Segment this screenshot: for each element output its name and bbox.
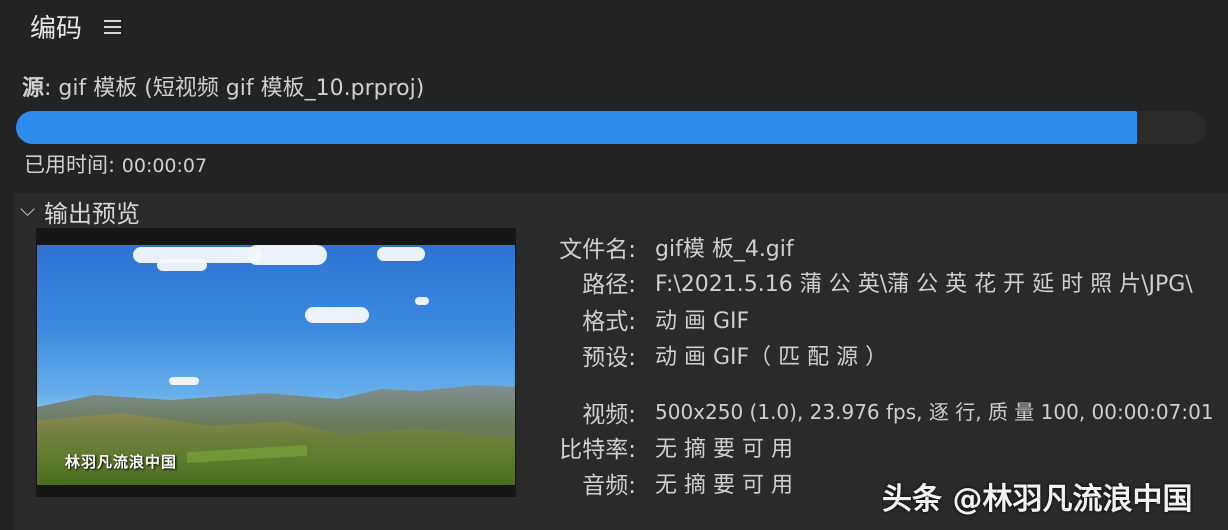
path-value: F:\2021.5.16 蒲 公 英\蒲 公 英 花 开 延 时 照 片\JPG… — [655, 272, 1193, 297]
cloud-shape — [305, 307, 369, 323]
bitrate-value: 无 摘 要 可 用 — [655, 437, 793, 462]
output-preview-title[interactable]: 输出预览 — [44, 194, 140, 229]
encode-progress-bar — [16, 111, 1206, 144]
cloud-shape — [157, 259, 207, 271]
bitrate-label: 比特率: — [559, 437, 636, 463]
preset-label: 预设: — [582, 345, 636, 371]
elapsed-time: 已用时间: 00:00:07 — [24, 149, 207, 179]
source-label: 源 — [22, 76, 45, 101]
elapsed-value: 00:00:07 — [121, 155, 208, 177]
encode-header: 编码 — [0, 0, 1228, 56]
cloud-shape — [247, 245, 327, 265]
panel-title-encode: 编码 — [30, 14, 83, 44]
audio-value: 无 摘 要 可 用 — [655, 473, 793, 498]
elapsed-label: 已用时间: — [24, 153, 116, 177]
format-label: 格式: — [582, 309, 636, 335]
video-watermark-text: 林羽凡流浪中国 — [65, 453, 178, 471]
video-value: 500x250 (1.0), 23.976 fps, 逐 行, 质 量 100,… — [655, 400, 1214, 424]
landscape-preview-image: 林羽凡流浪中国 — [37, 245, 515, 485]
filename-value: gif模 板_4.gif — [655, 237, 794, 262]
chevron-down-icon[interactable]: ⌵ — [20, 197, 35, 221]
cloud-shape — [169, 377, 199, 385]
cloud-shape — [415, 297, 429, 305]
source-line: 源: gif 模板 (短视频 gif 模板_10.prproj) — [22, 70, 424, 102]
preview-thumbnail: 林羽凡流浪中国 — [36, 228, 516, 497]
audio-label: 音频: — [582, 473, 636, 499]
hamburger-menu-icon[interactable] — [104, 20, 121, 34]
preset-value: 动 画 GIF（ 匹 配 源 ） — [655, 345, 888, 370]
format-value: 动 画 GIF — [655, 309, 750, 334]
encode-progress-fill — [16, 111, 1137, 144]
cloud-shape — [377, 247, 425, 261]
filename-label: 文件名: — [559, 237, 636, 263]
source-value: : gif 模板 (短视频 gif 模板_10.prproj) — [44, 76, 425, 101]
video-label: 视频: — [582, 402, 636, 428]
page-watermark: 头条 @林羽凡流浪中国 — [882, 482, 1193, 517]
path-label: 路径: — [582, 272, 636, 298]
